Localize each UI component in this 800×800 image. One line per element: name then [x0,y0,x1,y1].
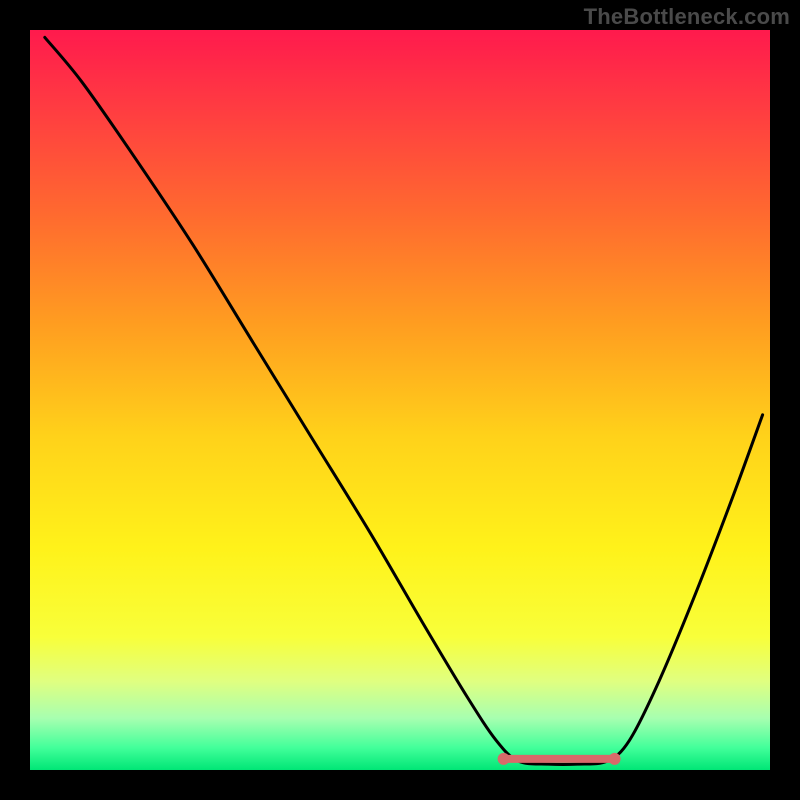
bottleneck-chart [0,0,800,800]
flat-region-start-dot [498,753,510,765]
flat-region-end-dot [609,753,621,765]
plot-background [30,30,770,770]
chart-container: TheBottleneck.com [0,0,800,800]
watermark-text: TheBottleneck.com [584,4,790,30]
